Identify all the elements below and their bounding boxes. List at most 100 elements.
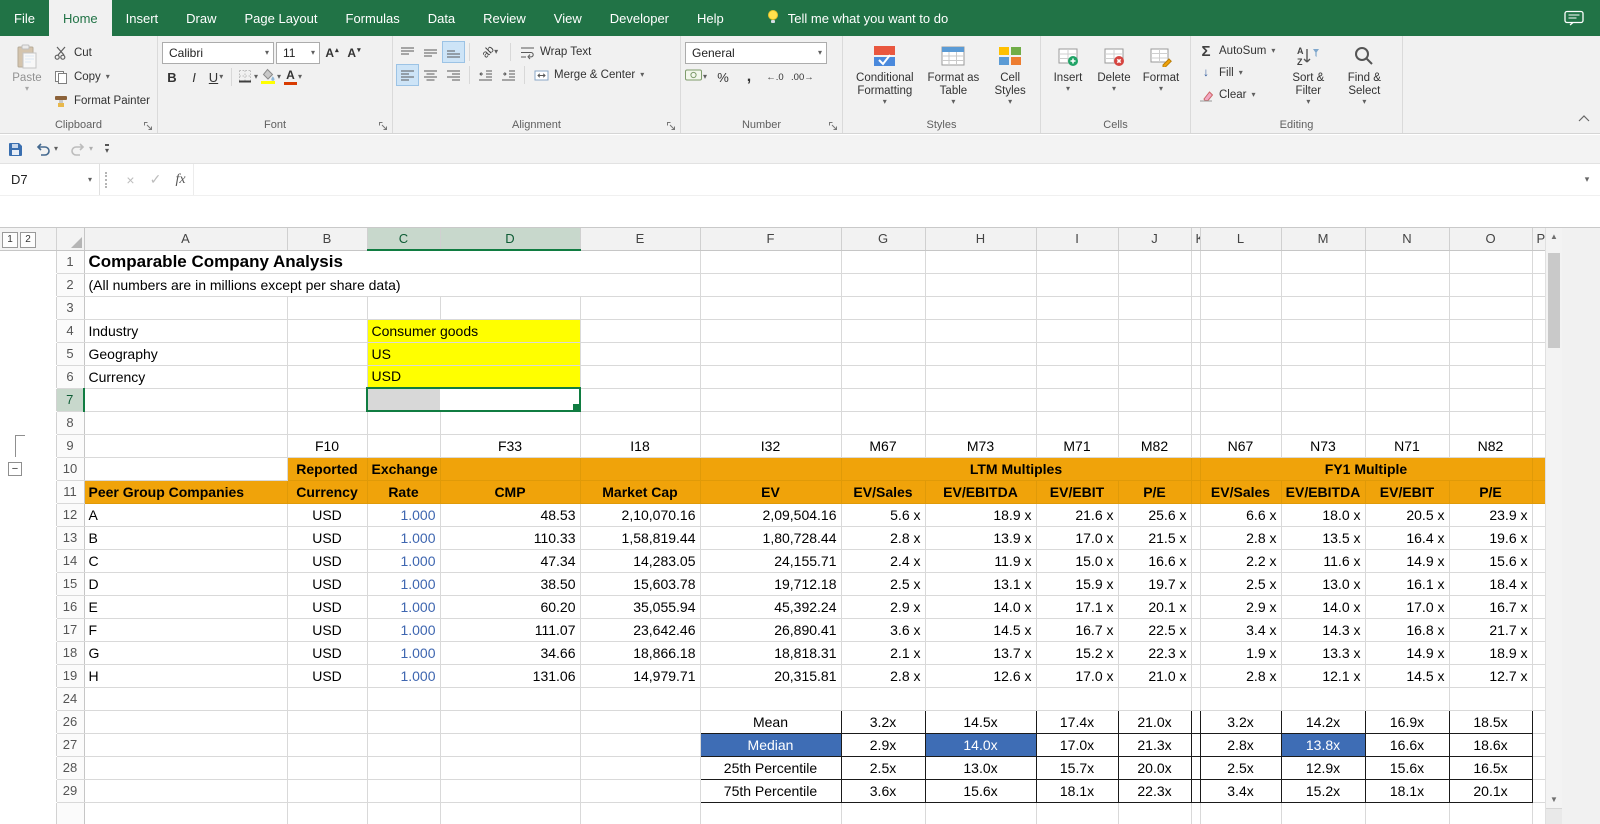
column-header-L[interactable]: L [1200,228,1282,251]
cell-A27[interactable] [84,733,288,757]
cell-C16[interactable]: 1.000 [367,595,441,619]
cell-B4[interactable] [287,319,368,343]
cell-H12[interactable]: 18.9 x [925,503,1037,527]
cell-L5[interactable] [1200,342,1282,366]
cell-K17[interactable] [1191,618,1201,642]
cell-A24[interactable] [84,687,288,711]
tab-home[interactable]: Home [48,0,112,36]
cell-Dx[interactable] [440,802,581,824]
cell-O16[interactable]: 16.7 x [1449,595,1533,619]
cell-L16[interactable]: 2.9 x [1200,595,1282,619]
cell-P18[interactable] [1532,641,1546,665]
cell-H5[interactable] [925,342,1037,366]
cell-B3[interactable] [287,296,368,320]
orientation-button[interactable]: ab ▾ [475,42,505,62]
column-header-G[interactable]: G [841,228,926,251]
cell-J17[interactable]: 22.5 x [1118,618,1192,642]
cell-F29[interactable]: 75th Percentile [699,778,842,803]
name-box-dropdown-icon[interactable]: ▾ [88,175,92,184]
cell-C26[interactable] [367,710,441,734]
cell-O13[interactable]: 19.6 x [1449,526,1533,550]
cell-G18[interactable]: 2.1 x [841,641,926,665]
cell-P1[interactable] [1532,250,1546,274]
cell-N15[interactable]: 16.1 x [1365,572,1450,596]
cell-N19[interactable]: 14.5 x [1365,664,1450,688]
align-center-button[interactable] [420,65,441,85]
conditional-formatting-button[interactable]: Conditional Formatting ▾ [847,39,923,108]
cell-F11[interactable]: EV [700,480,842,504]
cell-I19[interactable]: 17.0 x [1036,664,1119,688]
cell-C24[interactable] [367,687,441,711]
cell-O2[interactable] [1449,273,1533,297]
cell-M14[interactable]: 11.6 x [1281,549,1366,573]
cell-B8[interactable] [287,411,368,435]
tab-data[interactable]: Data [414,0,469,36]
row-header-13[interactable]: 13 [56,526,85,550]
decrease-decimal-button[interactable]: .00→ [791,67,814,87]
cell-O18[interactable]: 18.9 x [1449,641,1533,665]
cell-K28[interactable] [1190,755,1201,780]
cell-N28[interactable]: 15.6x [1364,755,1450,780]
cell-I28[interactable]: 15.7x [1035,755,1119,780]
cell-G13[interactable]: 2.8 x [841,526,926,550]
cell-K11[interactable] [1191,480,1201,504]
cell-M15[interactable]: 13.0 x [1281,572,1366,596]
enter-icon[interactable]: ✓ [143,171,168,188]
cell-F18[interactable]: 18,818.31 [700,641,842,665]
cell-F13[interactable]: 1,80,728.44 [700,526,842,550]
cell-Kx[interactable] [1191,802,1201,824]
cell-M5[interactable] [1281,342,1366,366]
cell-N24[interactable] [1365,687,1450,711]
cell-L2[interactable] [1200,273,1282,297]
cell-B14[interactable]: USD [287,549,368,573]
tab-draw[interactable]: Draw [172,0,230,36]
underline-button[interactable]: U ▾ [206,67,226,87]
cell-E24[interactable] [580,687,701,711]
cell-K13[interactable] [1191,526,1201,550]
cell-I18[interactable]: 15.2 x [1036,641,1119,665]
chat-icon[interactable] [1564,0,1600,36]
row-header-8[interactable]: 8 [56,411,85,435]
cell-B12[interactable]: USD [287,503,368,527]
outline-level-1-button[interactable]: 1 [2,232,18,249]
cell-N16[interactable]: 17.0 x [1365,595,1450,619]
cell-A10[interactable] [84,457,288,481]
cell-M9[interactable]: N73 [1281,434,1366,458]
tab-formulas[interactable]: Formulas [332,0,414,36]
cell-D14[interactable]: 47.34 [440,549,581,573]
cell-Lx[interactable] [1200,802,1282,824]
row-header-2[interactable]: 2 [56,273,85,297]
cell-F12[interactable]: 2,09,504.16 [700,503,842,527]
clipboard-dialog-launcher[interactable] [143,119,154,130]
cell-G4[interactable] [841,319,926,343]
scrollbar-thumb[interactable] [1548,253,1560,348]
cell-A28[interactable] [84,756,288,780]
cell-E18[interactable]: 18,866.18 [580,641,701,665]
cell-O6[interactable] [1449,365,1533,389]
cell-J5[interactable] [1118,342,1192,366]
cell-K5[interactable] [1191,342,1201,366]
cell-G16[interactable]: 2.9 x [841,595,926,619]
cell-C8[interactable] [367,411,441,435]
tell-me-box[interactable]: Tell me what you want to do [766,0,948,36]
cell-O17[interactable]: 21.7 x [1449,618,1533,642]
cell-D19[interactable]: 131.06 [440,664,581,688]
cell-G10[interactable]: LTM Multiples [841,457,1192,481]
cell-D16[interactable]: 60.20 [440,595,581,619]
cell-L7[interactable] [1200,388,1282,412]
cell-L28[interactable]: 2.5x [1199,755,1282,780]
cell-C15[interactable]: 1.000 [367,572,441,596]
cell-A2[interactable]: (All numbers are in millions except per … [84,273,701,297]
font-color-button[interactable]: A ▾ [283,67,303,87]
row-header-19[interactable]: 19 [56,664,85,688]
cell-J11[interactable]: P/E [1118,480,1192,504]
column-header-M[interactable]: M [1281,228,1366,251]
align-right-button[interactable] [443,65,464,85]
cell-H8[interactable] [925,411,1037,435]
row-header-18[interactable]: 18 [56,641,85,665]
cell-H4[interactable] [925,319,1037,343]
cell-J8[interactable] [1118,411,1192,435]
cell-G6[interactable] [841,365,926,389]
cell-D29[interactable] [440,779,581,803]
number-format-select[interactable]: General ▾ [685,42,827,64]
